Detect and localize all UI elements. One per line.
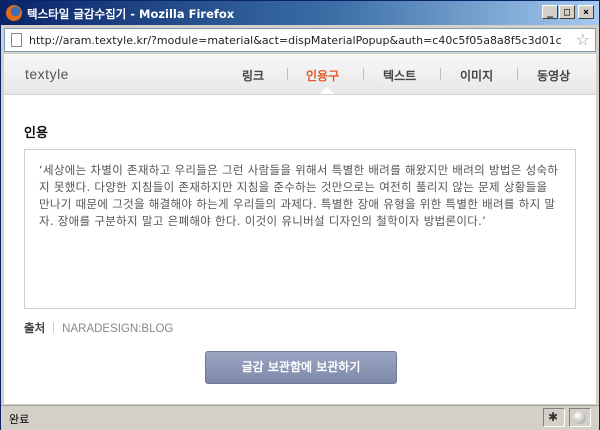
source-row: 출처 NARADESIGN:BLOG xyxy=(24,320,173,336)
star-icon[interactable]: ☆ xyxy=(576,30,590,49)
tab-image[interactable]: 이미지 xyxy=(460,67,493,84)
maximize-button[interactable]: □ xyxy=(559,5,575,19)
source-value: NARADESIGN:BLOG xyxy=(62,323,174,335)
window-title: 텍스타일 글감수집기 - Mozilla Firefox xyxy=(27,7,235,21)
firefox-icon xyxy=(6,5,22,21)
minimize-button[interactable]: _ xyxy=(542,5,558,19)
status-bar: 완료 ✱ xyxy=(1,405,599,430)
close-button[interactable]: × xyxy=(578,5,594,19)
tab-text[interactable]: 텍스트 xyxy=(383,67,416,84)
title-bar[interactable]: 텍스타일 글감수집기 - Mozilla Firefox _ □ × xyxy=(1,1,599,25)
textyle-logo: textyle xyxy=(25,66,69,82)
bug-icon: ✱ xyxy=(548,410,559,424)
page-icon xyxy=(11,33,22,47)
quote-textarea[interactable]: ‘세상에는 차별이 존재하고 우리들은 그런 사람들을 위해서 특별한 배려를 … xyxy=(24,149,576,309)
status-cell-circle[interactable] xyxy=(569,408,591,427)
source-divider xyxy=(53,322,55,333)
section-title: 인용 xyxy=(24,126,48,141)
browser-window: 텍스타일 글감수집기 - Mozilla Firefox _ □ × http:… xyxy=(0,0,600,430)
nav-divider xyxy=(517,68,518,80)
tab-video[interactable]: 동영상 xyxy=(537,67,570,84)
address-bar[interactable]: http://aram.textyle.kr/?module=material&… xyxy=(4,28,596,52)
active-tab-pointer xyxy=(320,87,334,94)
nav-divider xyxy=(363,68,364,80)
nav-divider xyxy=(440,68,441,80)
status-text: 완료 xyxy=(9,413,30,426)
source-label: 출처 xyxy=(24,321,46,335)
material-nav: textyle 링크 인용구 텍스트 이미지 동영상 xyxy=(4,54,596,95)
status-circle-icon xyxy=(573,411,586,424)
nav-divider xyxy=(287,68,288,80)
tab-quote[interactable]: 인용구 xyxy=(306,67,339,84)
tab-link[interactable]: 링크 xyxy=(242,67,264,84)
status-cell-bug[interactable]: ✱ xyxy=(543,408,565,427)
page-content: textyle 링크 인용구 텍스트 이미지 동영상 인용 ‘세상에는 차별이 … xyxy=(4,54,596,404)
save-to-collection-button[interactable]: 글감 보관함에 보관하기 xyxy=(205,351,397,384)
url-text[interactable]: http://aram.textyle.kr/?module=material&… xyxy=(29,34,562,47)
